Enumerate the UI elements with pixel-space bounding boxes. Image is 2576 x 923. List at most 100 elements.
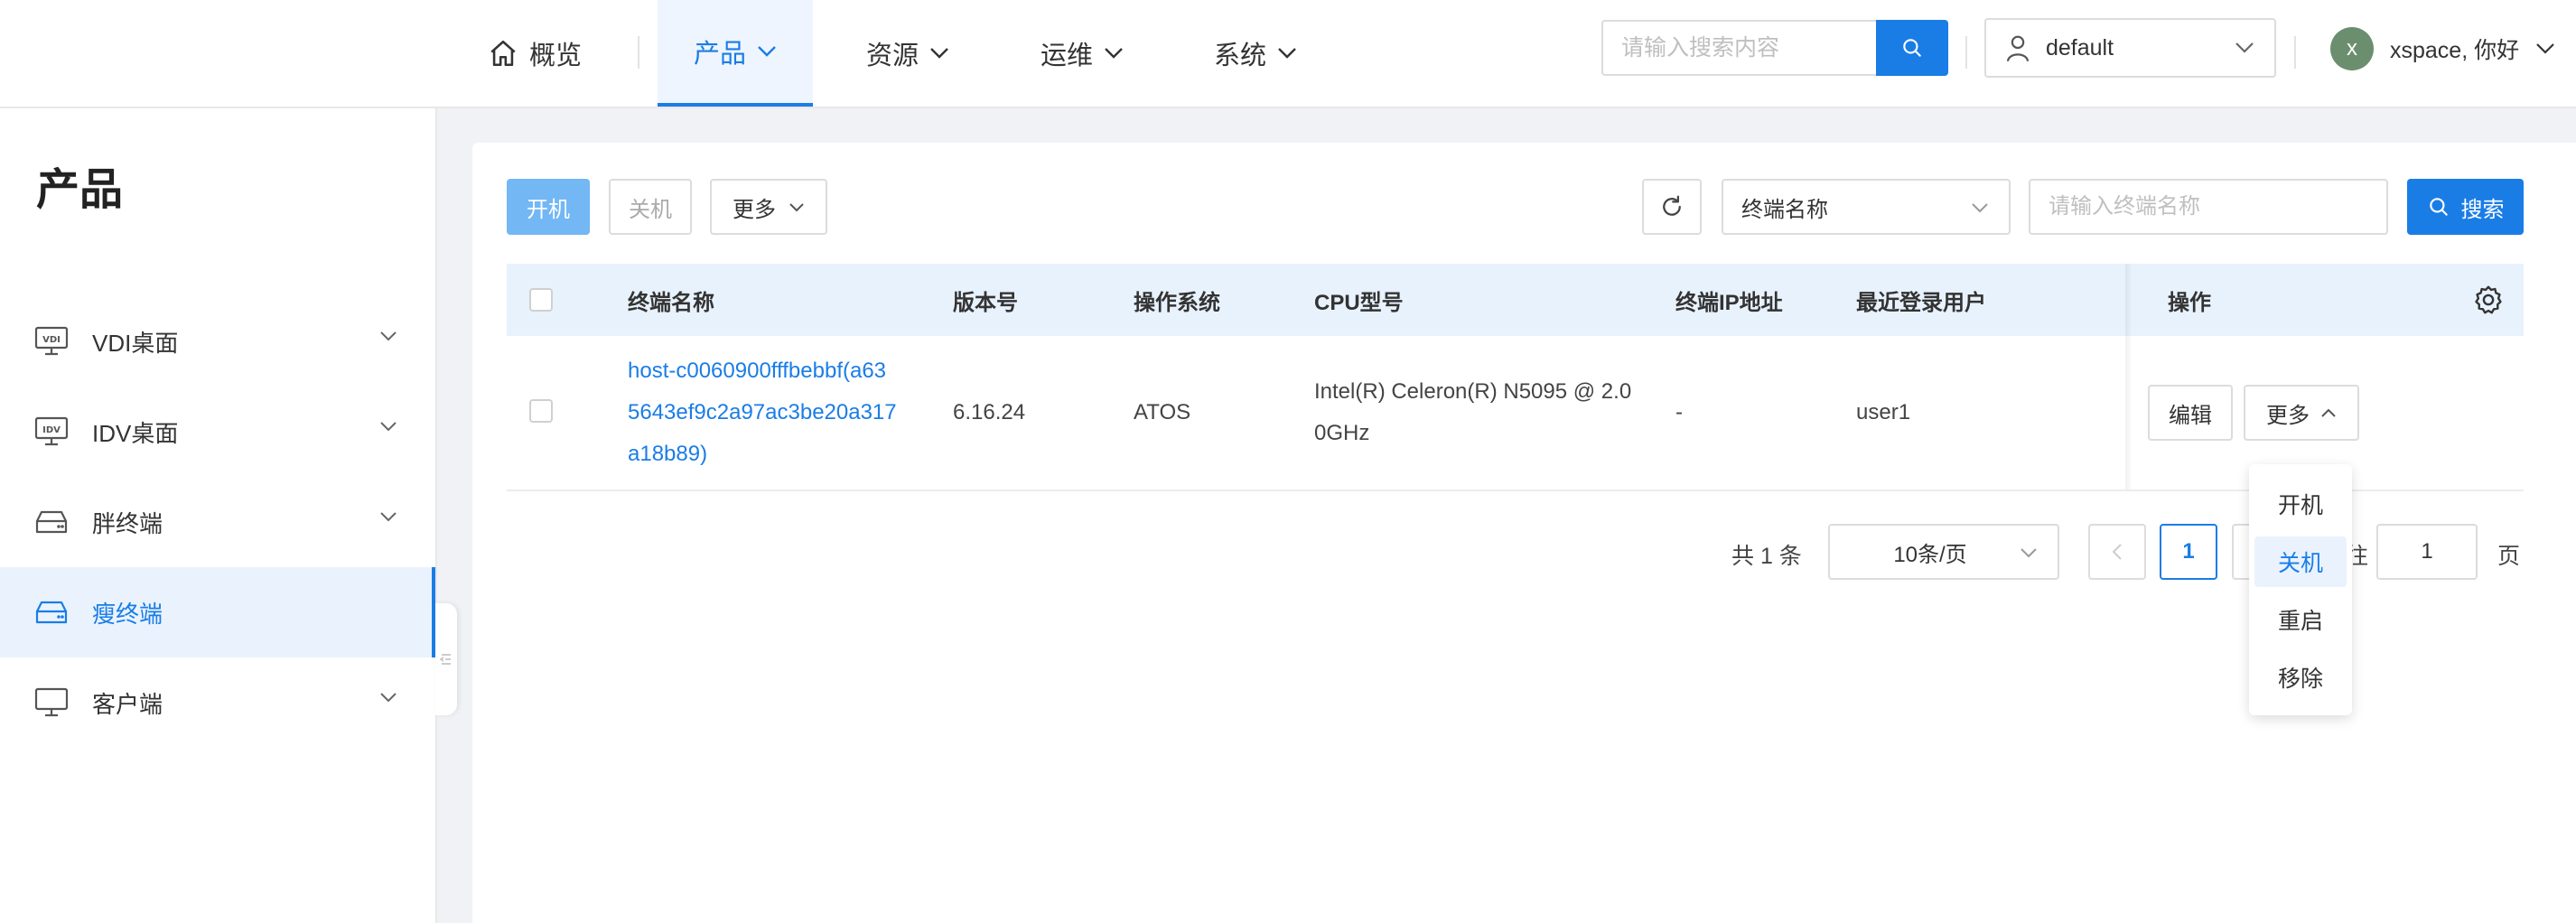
- refresh-button[interactable]: [1642, 179, 1702, 235]
- column-header-actions: 操作: [2148, 264, 2524, 336]
- prev-page-button[interactable]: [2088, 524, 2146, 580]
- chevron-down-icon: [789, 202, 805, 212]
- sidebar-item-fat-terminal[interactable]: 胖终端: [0, 477, 435, 567]
- column-header[interactable]: 最近登录用户: [1856, 264, 1986, 336]
- chevron-down-icon: [379, 421, 397, 432]
- refresh-icon: [1658, 193, 1685, 220]
- power-off-button[interactable]: 关机: [609, 179, 692, 235]
- nav-item-resources[interactable]: 资源: [866, 0, 949, 107]
- cpu-line: Intel(R) Celeron(R) N5095 @ 2.0: [1314, 379, 1632, 404]
- nav-item-overview[interactable]: 概览: [488, 0, 582, 107]
- row-checkbox[interactable]: [529, 399, 553, 423]
- nav-divider: [1965, 36, 1967, 69]
- column-header[interactable]: CPU型号: [1314, 264, 1404, 336]
- home-icon: [488, 38, 518, 69]
- avatar: x: [2330, 27, 2374, 70]
- filter-field-select[interactable]: 终端名称: [1722, 179, 2011, 235]
- version-cell: 6.16.24: [953, 400, 1026, 424]
- menu-item-power-off[interactable]: 关机: [2254, 536, 2347, 587]
- fat-terminal-icon: [34, 504, 70, 540]
- global-search-input[interactable]: [1601, 20, 1878, 76]
- cpu-line: 0GHz: [1314, 421, 1370, 445]
- sidebar-item-label: IDV桌面: [92, 419, 179, 447]
- power-on-button[interactable]: 开机: [507, 179, 590, 235]
- chevron-down-icon: [1971, 202, 1989, 213]
- nav-item-label: 系统: [1214, 42, 1267, 70]
- nav-divider: [638, 36, 639, 69]
- row-more-button[interactable]: 更多: [2244, 385, 2359, 441]
- chevron-up-icon: [2320, 408, 2337, 418]
- edit-button[interactable]: 编辑: [2148, 385, 2233, 441]
- search-icon: [1900, 36, 1924, 60]
- tenant-select[interactable]: default: [1984, 18, 2276, 78]
- terminal-name-link[interactable]: host-c0060900fffbebbf(a63 5643ef9c2a97ac…: [628, 350, 897, 475]
- tenant-value: default: [2046, 34, 2114, 61]
- terminal-name-input[interactable]: [2029, 179, 2388, 235]
- terminal-name-line: 5643ef9c2a97ac3be20a317: [628, 400, 897, 424]
- svg-text:IDV: IDV: [42, 425, 61, 435]
- sidebar-item-thin-terminal[interactable]: 瘦终端: [0, 567, 435, 657]
- nav-item-label: 产品: [693, 40, 746, 69]
- column-header[interactable]: 操作系统: [1134, 264, 1220, 336]
- nav-item-label: 资源: [866, 42, 919, 70]
- svg-text:VDI: VDI: [42, 335, 61, 345]
- row-more-label: 更多: [2266, 403, 2310, 428]
- menu-item-remove[interactable]: 移除: [2254, 652, 2347, 703]
- sidebar-item-idv[interactable]: IDV IDV桌面: [0, 387, 435, 477]
- filter-field-value: 终端名称: [1741, 197, 1828, 222]
- nav-item-system[interactable]: 系统: [1214, 0, 1297, 107]
- more-actions-button[interactable]: 更多: [710, 179, 827, 235]
- sidebar-item-client[interactable]: 客户端: [0, 657, 435, 748]
- sidebar-item-label: VDI桌面: [92, 329, 179, 357]
- table-header: 终端名称 版本号 操作系统 CPU型号 终端IP地址 最近登录用户 操作: [507, 264, 2524, 336]
- column-header: 操作: [2168, 290, 2211, 315]
- chevron-down-icon: [379, 511, 397, 522]
- chevron-down-icon: [1277, 47, 1297, 60]
- chevron-down-icon: [757, 45, 777, 58]
- sidebar-collapse-toggle[interactable]: [435, 603, 457, 715]
- goto-page-input[interactable]: [2376, 524, 2478, 580]
- page-number-current[interactable]: 1: [2160, 524, 2217, 580]
- top-navigation-bar: 概览 产品 资源 运维 系统 default: [0, 0, 2576, 108]
- ip-cell: -: [1675, 400, 1683, 424]
- column-header[interactable]: 终端IP地址: [1675, 264, 1783, 336]
- menu-item-power-on[interactable]: 开机: [2254, 479, 2347, 529]
- chevron-down-icon: [2535, 42, 2555, 55]
- goto-suffix: 页: [2497, 544, 2521, 569]
- menu-item-restart[interactable]: 重启: [2254, 594, 2347, 645]
- chevron-down-icon: [379, 331, 397, 341]
- chevron-down-icon: [929, 47, 949, 60]
- sidebar-item-label: 胖终端: [92, 509, 163, 537]
- search-button[interactable]: 搜索: [2407, 179, 2524, 235]
- column-header[interactable]: 版本号: [953, 264, 1018, 336]
- user-outline-icon: [2004, 33, 2031, 62]
- sidebar-item-vdi[interactable]: VDI VDI桌面: [0, 296, 435, 387]
- column-header[interactable]: 终端名称: [628, 264, 714, 336]
- last-user-cell: user1: [1856, 400, 1911, 424]
- nav-item-operations[interactable]: 运维: [1041, 0, 1124, 107]
- os-cell: ATOS: [1134, 400, 1191, 424]
- gear-icon[interactable]: [2472, 284, 2505, 316]
- collapse-menu-icon: [439, 652, 453, 667]
- global-search-button[interactable]: [1876, 20, 1948, 76]
- select-all-checkbox[interactable]: [529, 288, 553, 312]
- search-icon: [2427, 195, 2450, 219]
- thin-terminal-icon: [34, 594, 70, 630]
- row-more-dropdown: 开机 关机 重启 移除: [2249, 464, 2352, 715]
- user-greeting: xspace, 你好: [2390, 38, 2520, 63]
- pagination-total: 共 1 条: [1731, 544, 1802, 569]
- terminal-name-line: host-c0060900fffbebbf(a63: [628, 359, 887, 383]
- page-size-value: 10条/页: [1893, 542, 1967, 567]
- chevron-down-icon: [379, 692, 397, 703]
- power-on-label: 开机: [527, 197, 570, 222]
- user-menu[interactable]: x xspace, 你好: [2330, 23, 2555, 74]
- sidebar: 产品 VDI VDI桌面 IDV IDV桌面 胖终端 瘦终端 客户端: [0, 108, 437, 923]
- desktop-client-icon: [34, 685, 70, 721]
- power-off-label: 关机: [629, 197, 672, 222]
- more-label: 更多: [733, 197, 776, 222]
- page-size-select[interactable]: 10条/页: [1828, 524, 2059, 580]
- row-divider: [507, 489, 2524, 491]
- nav-item-label: 概览: [529, 42, 583, 70]
- idv-monitor-icon: IDV: [34, 414, 70, 450]
- nav-item-product[interactable]: 产品: [658, 0, 813, 107]
